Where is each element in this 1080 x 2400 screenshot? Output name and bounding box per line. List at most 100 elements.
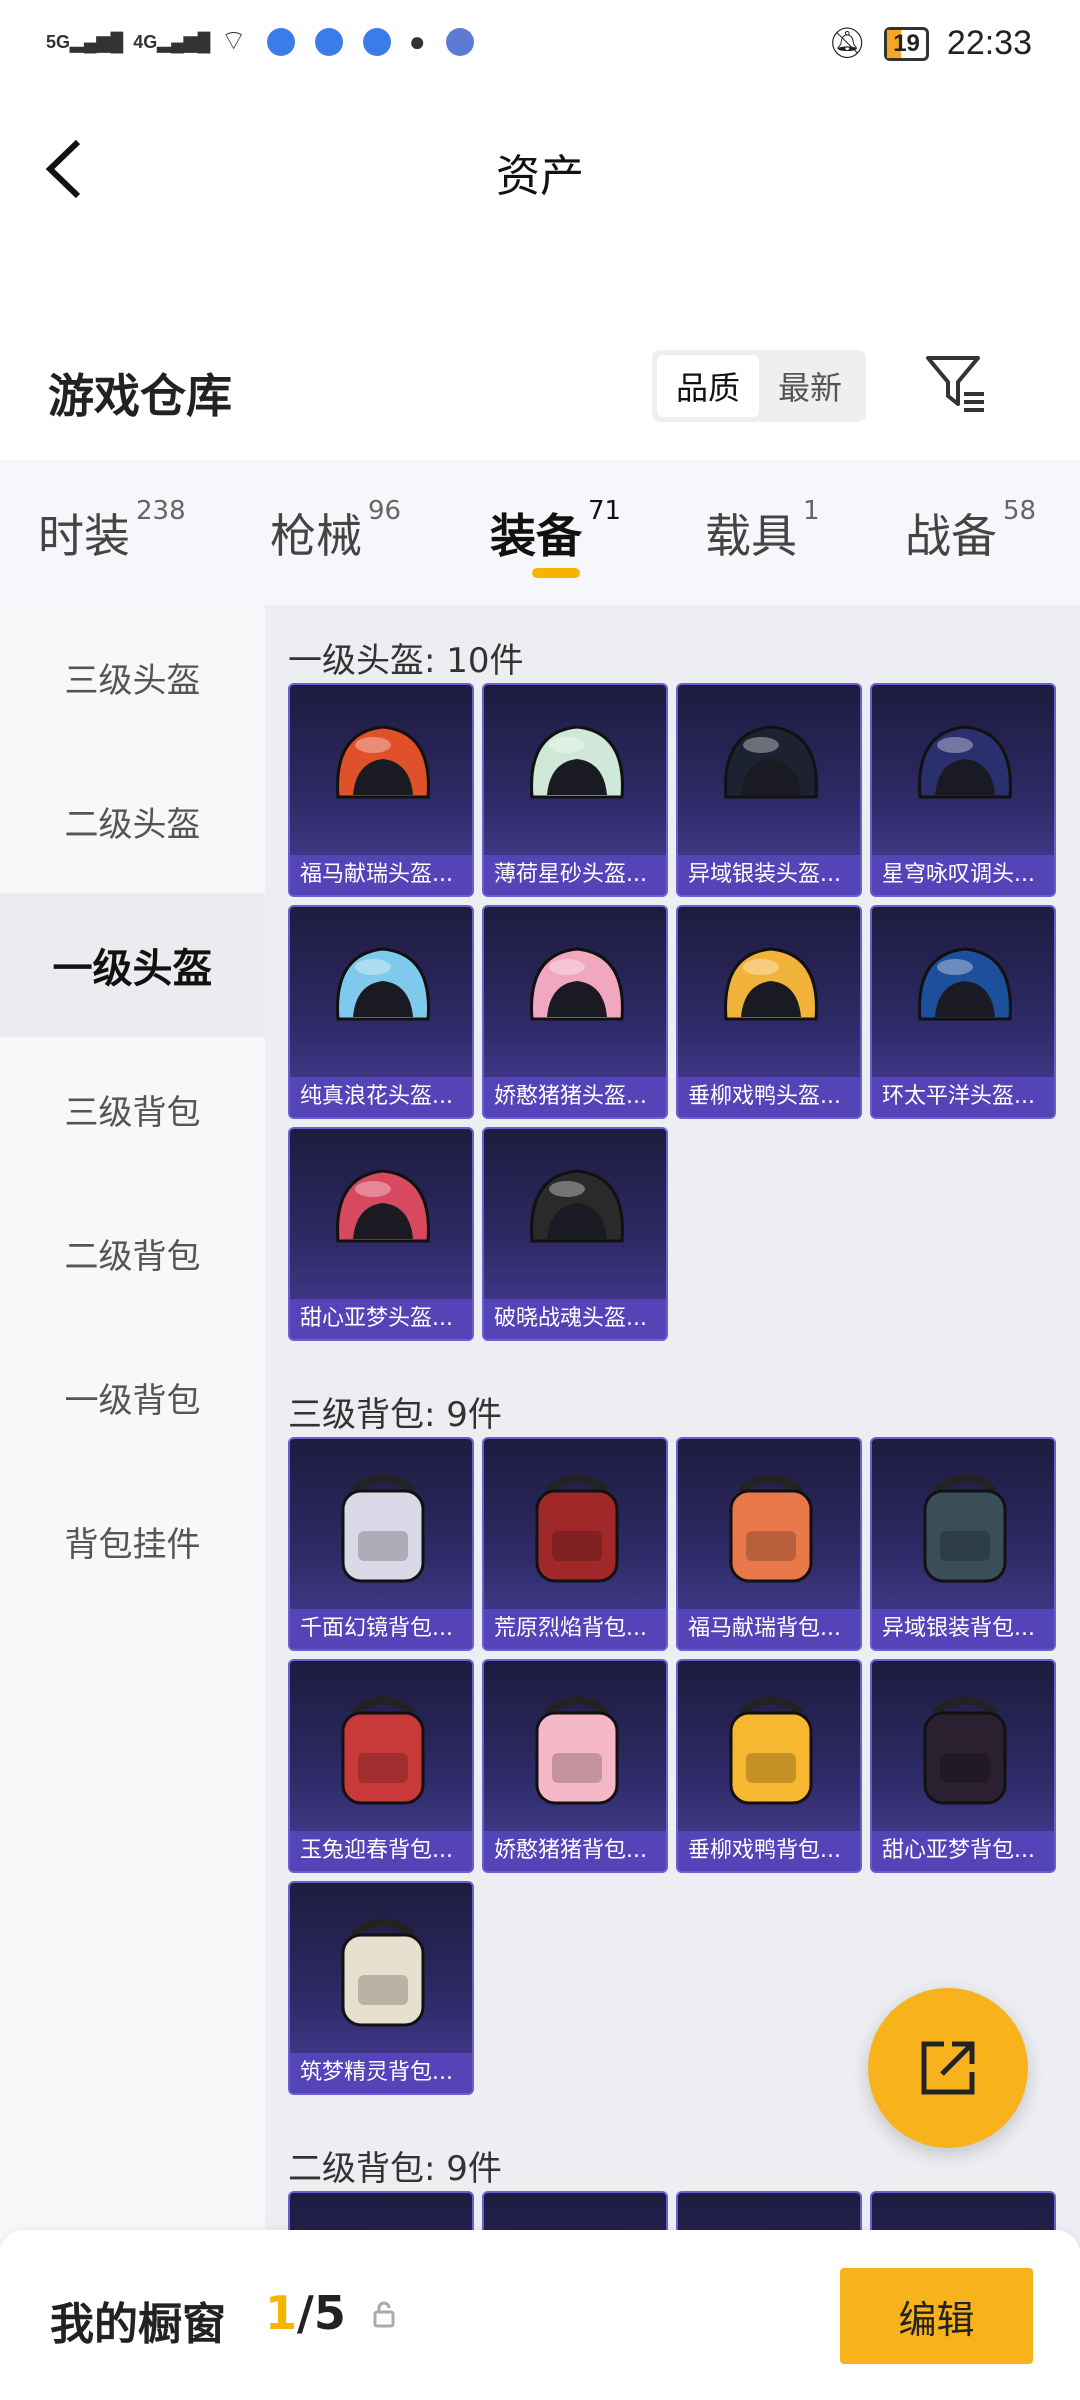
tab-supplies[interactable]: 战备 58 xyxy=(905,496,1036,566)
lock-icon xyxy=(373,2301,395,2328)
tab-equipment[interactable]: 装备 71 xyxy=(490,496,621,566)
item-label: 甜心亚梦头盔... xyxy=(290,1299,472,1339)
backpack-icon xyxy=(729,1696,813,1805)
signal-4g-icon: 4G▂▄▆█ xyxy=(133,31,211,52)
item-card[interactable]: 垂柳戏鸭背包... xyxy=(676,1659,862,1873)
status-left: 5G▂▄▆█ 4G▂▄▆█ ⌔ ● xyxy=(46,24,474,59)
helmet-icon xyxy=(336,947,430,1021)
item-label: 荒原烈焰背包... xyxy=(484,1609,666,1649)
mute-icon: 🔕︎ xyxy=(828,27,867,60)
helmet-icon xyxy=(918,947,1012,1021)
item-card[interactable]: 甜心亚梦背包... xyxy=(870,1659,1056,1873)
sidebar-item-level1-helmet[interactable]: 一级头盔 xyxy=(0,893,265,1037)
battery-icon: 19 xyxy=(884,26,929,61)
item-label: 异域银装背包... xyxy=(872,1609,1054,1649)
backpack-icon xyxy=(729,1474,813,1583)
helmet-icon xyxy=(918,725,1012,799)
page-title: 资产 xyxy=(496,151,584,202)
section-title: 三级背包: 9件 xyxy=(288,1395,502,1435)
showcase-title: 我的橱窗 xyxy=(50,2299,226,2350)
item-label: 娇憨猪猪背包... xyxy=(484,1831,666,1871)
sort-quality-button[interactable]: 品质 xyxy=(657,355,759,417)
item-card[interactable]: 破晓战魂头盔... xyxy=(482,1127,668,1341)
helmet-icon xyxy=(336,1169,430,1243)
sidebar: 三级头盔 二级头盔 一级头盔 三级背包 二级背包 一级背包 背包挂件 xyxy=(0,605,265,2400)
item-label: 环太平洋头盔... xyxy=(872,1077,1054,1117)
item-label: 星穹咏叹调头... xyxy=(872,855,1054,895)
item-label: 破晓战魂头盔... xyxy=(484,1299,666,1339)
item-label: 垂柳戏鸭背包... xyxy=(678,1831,860,1871)
item-card[interactable]: 环太平洋头盔... xyxy=(870,905,1056,1119)
music-icon xyxy=(445,27,474,56)
item-label: 纯真浪花头盔... xyxy=(290,1077,472,1117)
showcase-count: 1/5 xyxy=(265,2286,346,2340)
section-title: 二级背包: 9件 xyxy=(288,2149,502,2189)
active-tab-indicator xyxy=(532,568,580,578)
item-card[interactable]: 荒原烈焰背包... xyxy=(482,1437,668,1651)
app-badge-icon xyxy=(266,27,295,56)
warehouse-bar: 游戏仓库 品质 最新 xyxy=(0,340,1080,460)
app-badge-icon xyxy=(314,27,343,56)
item-card[interactable]: 垂柳戏鸭头盔... xyxy=(676,905,862,1119)
backpack-icon xyxy=(923,1474,1007,1583)
item-label: 甜心亚梦背包... xyxy=(872,1831,1054,1871)
tab-fashion[interactable]: 时装 238 xyxy=(38,496,186,566)
sidebar-item-level3-helmet[interactable]: 三级头盔 xyxy=(0,605,265,749)
item-card[interactable]: 纯真浪花头盔... xyxy=(288,905,474,1119)
status-bar: 5G▂▄▆█ 4G▂▄▆█ ⌔ ● 🔕︎ 19 22:33 xyxy=(0,0,1080,100)
helmet-icon xyxy=(530,947,624,1021)
helmet-icon xyxy=(724,725,818,799)
item-label: 异域银装头盔... xyxy=(678,855,860,895)
item-card[interactable]: 甜心亚梦头盔... xyxy=(288,1127,474,1341)
helmet-icon xyxy=(336,725,430,799)
sidebar-item-backpack-charm[interactable]: 背包挂件 xyxy=(0,1469,265,1613)
sidebar-item-level3-backpack[interactable]: 三级背包 xyxy=(0,1037,265,1181)
showcase-bar: 我的橱窗 1/5 编辑 xyxy=(0,2230,1080,2400)
item-card[interactable]: 异域银装背包... xyxy=(870,1437,1056,1651)
item-card[interactable]: 福马献瑞头盔... xyxy=(288,683,474,897)
backpack-icon xyxy=(341,1918,425,2027)
item-card[interactable]: 薄荷星砂头盔... xyxy=(482,683,668,897)
item-label: 福马献瑞背包... xyxy=(678,1609,860,1649)
item-label: 福马献瑞头盔... xyxy=(290,855,472,895)
tab-vehicles[interactable]: 载具 1 xyxy=(705,496,820,566)
item-label: 垂柳戏鸭头盔... xyxy=(678,1077,860,1117)
item-card[interactable]: 星穹咏叹调头... xyxy=(870,683,1056,897)
sidebar-item-level1-backpack[interactable]: 一级背包 xyxy=(0,1325,265,1469)
signal-5g-icon: 5G▂▄▆█ xyxy=(46,31,124,52)
sort-toggle: 品质 最新 xyxy=(652,350,866,422)
item-card[interactable]: 千面幻镜背包... xyxy=(288,1437,474,1651)
item-card[interactable]: 娇憨猪猪头盔... xyxy=(482,905,668,1119)
status-time: 22:33 xyxy=(946,24,1032,62)
backpack-icon xyxy=(923,1696,1007,1805)
item-card[interactable]: 异域银装头盔... xyxy=(676,683,862,897)
helmet-icon xyxy=(724,947,818,1021)
helmet-icon xyxy=(530,1169,624,1243)
item-card[interactable]: 玉兔迎春背包... xyxy=(288,1659,474,1873)
share-button[interactable] xyxy=(868,1988,1028,2148)
backpack-icon xyxy=(341,1696,425,1805)
section-title: 一级头盔: 10件 xyxy=(288,641,524,681)
filter-icon[interactable] xyxy=(920,348,990,418)
app-header: 资产 xyxy=(0,100,1080,240)
wifi-icon: ⌔ xyxy=(220,25,247,56)
helmet-icon xyxy=(530,725,624,799)
edit-button[interactable]: 编辑 xyxy=(840,2268,1033,2364)
sidebar-item-level2-helmet[interactable]: 二级头盔 xyxy=(0,749,265,893)
sort-latest-button[interactable]: 最新 xyxy=(759,355,861,417)
item-card[interactable]: 福马献瑞背包... xyxy=(676,1437,862,1651)
qq-icon: ● xyxy=(408,25,426,57)
item-card[interactable]: 娇憨猪猪背包... xyxy=(482,1659,668,1873)
item-label: 玉兔迎春背包... xyxy=(290,1831,472,1871)
warehouse-title: 游戏仓库 xyxy=(48,369,232,423)
item-label: 薄荷星砂头盔... xyxy=(484,855,666,895)
app-badge-icon xyxy=(362,27,391,56)
item-label: 千面幻镜背包... xyxy=(290,1609,472,1649)
item-card[interactable]: 筑梦精灵背包... xyxy=(288,1881,474,2095)
share-icon xyxy=(921,2041,975,2095)
item-label: 娇憨猪猪头盔... xyxy=(484,1077,666,1117)
sidebar-item-level2-backpack[interactable]: 二级背包 xyxy=(0,1181,265,1325)
category-tabs: 时装 238 枪械 96 装备 71 载具 1 战备 58 xyxy=(0,460,1080,605)
tab-weapons[interactable]: 枪械 96 xyxy=(270,496,401,566)
status-right: 🔕︎ 19 22:33 xyxy=(828,24,1032,63)
